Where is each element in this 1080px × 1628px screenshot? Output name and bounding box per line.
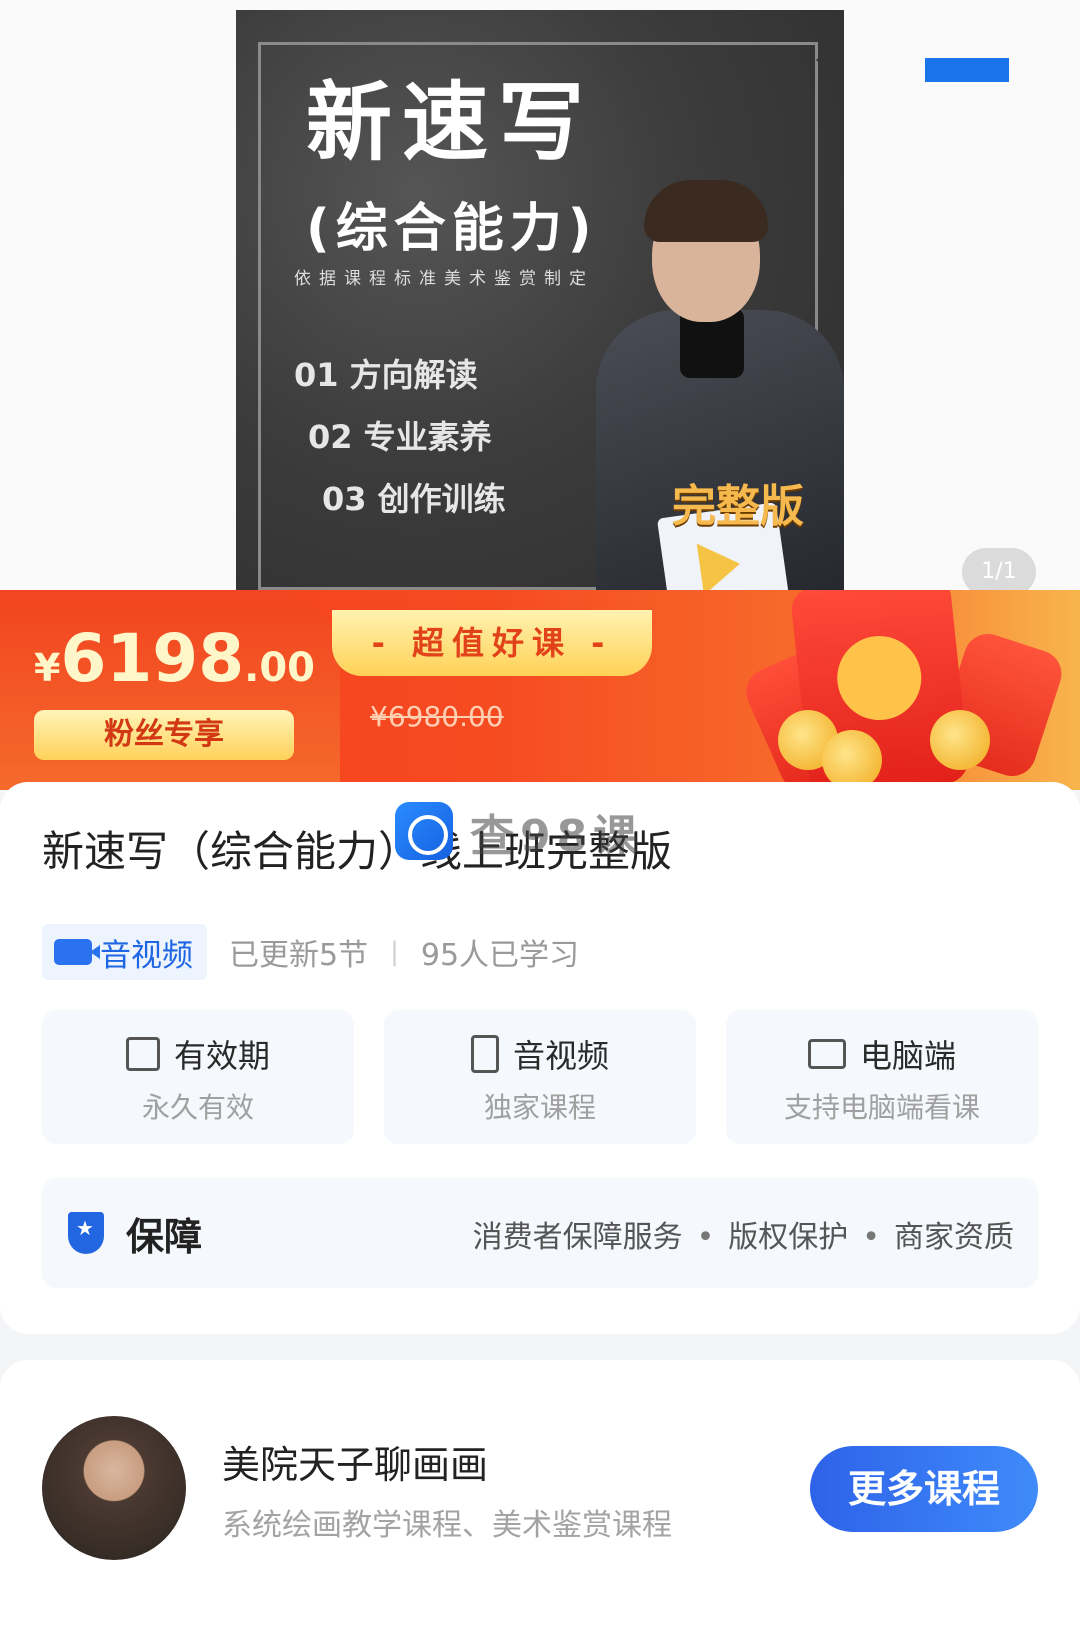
guarantee-item: 消费者保障服务 — [472, 1220, 683, 1255]
try-label: 试 — [815, 48, 845, 83]
cover-badge: 完整版 — [672, 481, 804, 532]
feature-title: 音视频 — [512, 1037, 609, 1075]
price-panel: ¥6198.00 粉丝专享 — [0, 590, 340, 790]
guarantee-title: 保障 — [126, 1215, 203, 1259]
media-type-label: 音视频 — [100, 937, 193, 974]
author-description: 系统绘画教学课程、美术鉴赏课程 — [222, 1508, 672, 1543]
monitor-icon — [807, 1039, 846, 1069]
book-icon — [470, 1035, 499, 1073]
dot-separator: • — [862, 1220, 880, 1255]
course-cover-image[interactable]: 新速写 (综合能力) 依据课程标准美术鉴赏制定 01 方向解读 02 专业素养 … — [236, 10, 844, 620]
feature-title: 电脑端 — [859, 1037, 956, 1075]
cover-tagline: 依据课程标准美术鉴赏制定 — [294, 269, 594, 289]
guarantee-item: 版权保护 — [728, 1220, 849, 1255]
learner-count: 95人已学习 — [420, 938, 580, 973]
fans-exclusive-badge: 粉丝专享 — [34, 710, 294, 760]
author-card: 美院天子聊画画 系统绘画教学课程、美术鉴赏课程 更多课程 — [0, 1360, 1080, 1628]
guarantee-items: 消费者保障服务 • 版权保护 • 商家资质 — [473, 1212, 1014, 1256]
feature-title: 有效期 — [173, 1037, 270, 1075]
author-name[interactable]: 美院天子聊画画 — [222, 1434, 488, 1489]
course-info-card: 新速写（综合能力）线上班完整版 查98课 音视频 已更新5节 | 95人已学习 … — [0, 782, 1080, 1334]
price-banner: ¥6198.00 粉丝专享 - 超值好课 - ¥6980.00 — [0, 590, 1080, 790]
video-camera-icon — [54, 939, 100, 965]
value-course-ribbon: - 超值好课 - — [332, 610, 652, 676]
price-currency: ¥ — [34, 646, 61, 690]
cover-list-item: 02 专业素养 — [308, 418, 492, 456]
calendar-icon — [125, 1037, 160, 1071]
price-decimal: .00 — [244, 645, 316, 691]
shield-icon — [68, 1212, 104, 1254]
cover-list: 01 方向解读 02 专业素养 03 创作训练 — [294, 350, 506, 536]
feature-validity: 有效期 永久有效 — [42, 1010, 354, 1144]
original-price: ¥6980.00 — [370, 700, 504, 733]
feature-desktop: 电脑端 支持电脑端看课 — [726, 1010, 1038, 1144]
feature-subtitle: 支持电脑端看课 — [783, 1091, 980, 1124]
cover-list-item: 03 创作训练 — [322, 480, 506, 518]
cover-title: 新速写 — [306, 73, 594, 173]
feature-subtitle: 永久有效 — [141, 1091, 254, 1124]
current-price: ¥6198.00 — [34, 620, 315, 697]
feature-subtitle: 独家课程 — [483, 1091, 596, 1124]
cover-area: 新速写 (综合能力) 依据课程标准美术鉴赏制定 01 方向解读 02 专业素养 … — [0, 0, 1080, 620]
coin-icon — [930, 710, 990, 770]
feature-list: 有效期 永久有效 音视频 独家课程 电脑端 支持电脑端看课 — [42, 1010, 1038, 1144]
media-type-tag: 音视频 — [42, 924, 207, 980]
dot-separator: • — [696, 1220, 715, 1255]
watermark-logo-icon — [395, 802, 453, 860]
meta-divider: | — [390, 937, 399, 967]
guarantee-item: 商家资质 — [894, 1220, 1014, 1255]
coin-icon — [822, 730, 882, 790]
course-meta: 音视频 已更新5节 | 95人已学习 — [42, 924, 579, 980]
guarantee-row[interactable]: 保障 消费者保障服务 • 版权保护 • 商家资质 — [42, 1178, 1038, 1288]
feature-media: 音视频 独家课程 — [384, 1010, 696, 1144]
avatar[interactable] — [42, 1416, 186, 1560]
blue-tag — [925, 58, 1009, 82]
updated-count: 已更新5节 — [229, 938, 369, 973]
cover-subtitle: (综合能力) — [306, 199, 598, 259]
watermark-text: 查98课 — [470, 811, 644, 862]
more-courses-button[interactable]: 更多课程 — [810, 1446, 1038, 1532]
cover-list-item: 01 方向解读 — [294, 356, 478, 394]
price-integer: 6198 — [60, 620, 245, 697]
teacher-photo — [596, 180, 844, 620]
page-counter: 1/1 — [962, 548, 1036, 596]
